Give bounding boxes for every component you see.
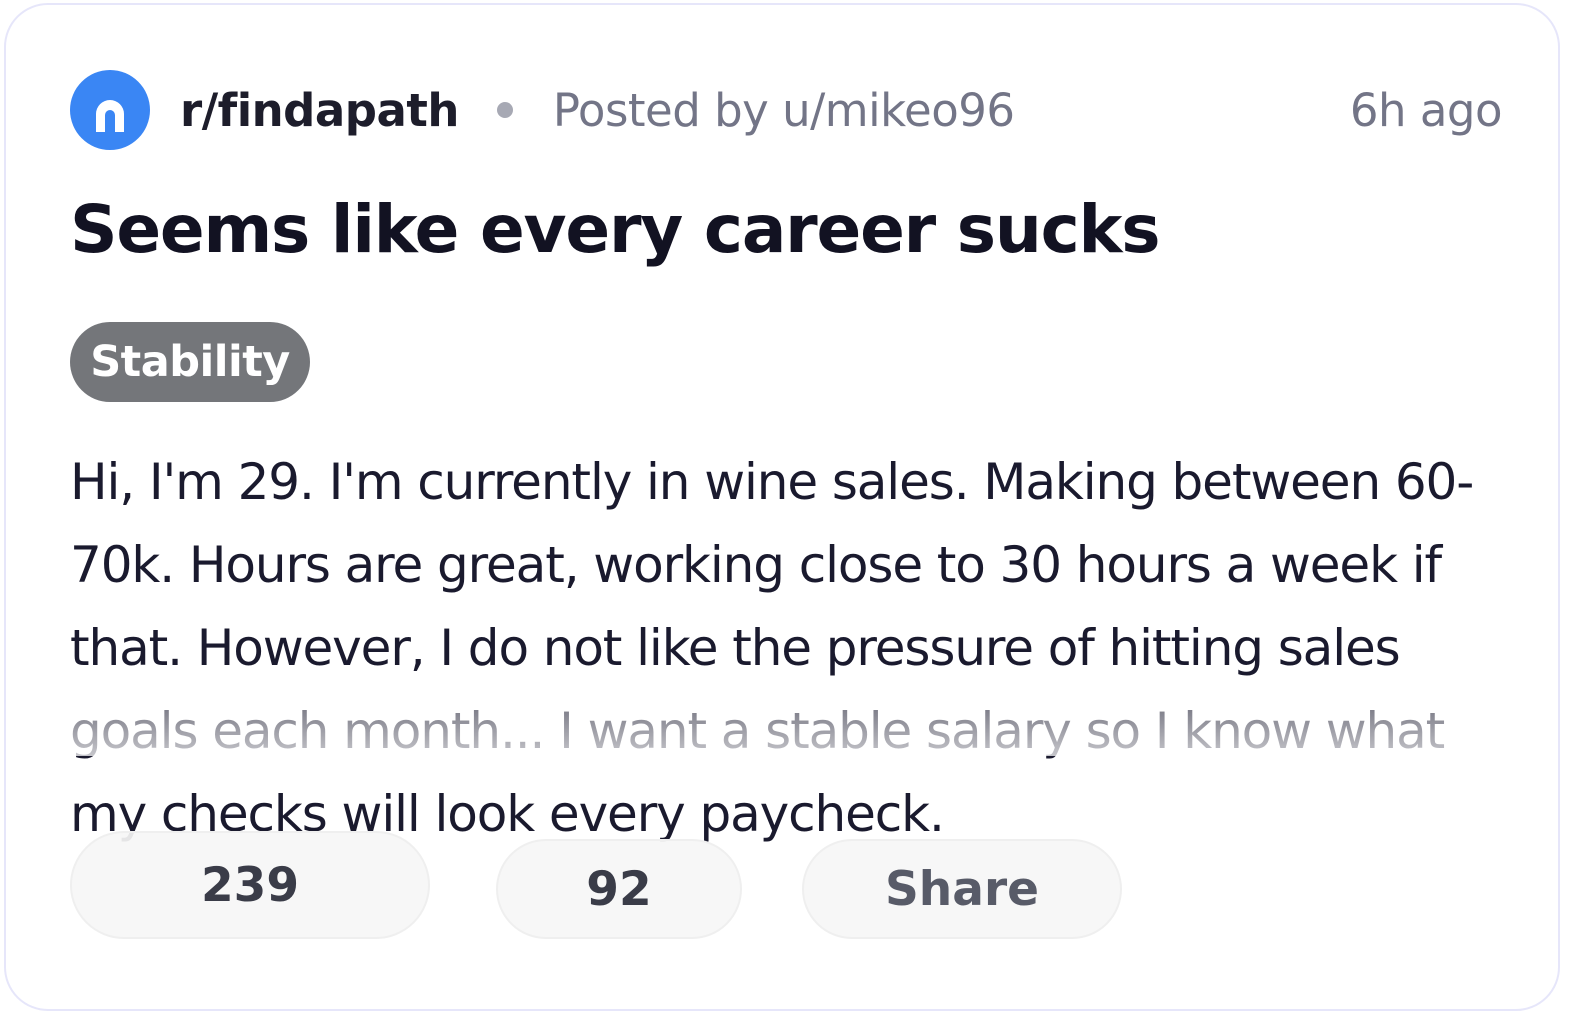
upvote-button[interactable]: 239: [70, 831, 430, 939]
post-header: r/findapath Posted by u/mikeo96 6h ago: [70, 69, 1503, 151]
upvote-count: 239: [200, 857, 300, 913]
posted-by[interactable]: Posted by u/mikeo96: [553, 84, 1015, 137]
post-title[interactable]: Seems like every career sucks: [70, 191, 1161, 268]
comments-button[interactable]: 92: [496, 839, 742, 939]
post-body: Hi, I'm 29. I'm currently in wine sales.…: [70, 453, 1474, 843]
flair-badge[interactable]: Stability: [70, 322, 310, 402]
share-button[interactable]: Share: [802, 839, 1122, 939]
separator-dot: [496, 102, 513, 118]
subreddit-link[interactable]: r/findapath: [180, 84, 459, 137]
post-actions: 239 92 Share: [70, 831, 1502, 943]
comment-count: 92: [586, 861, 652, 917]
post-timestamp: 6h ago: [1349, 83, 1503, 137]
subreddit-avatar-icon[interactable]: [70, 70, 150, 150]
share-label: Share: [884, 861, 1040, 917]
post-card[interactable]: r/findapath Posted by u/mikeo96 6h ago S…: [4, 3, 1560, 1011]
